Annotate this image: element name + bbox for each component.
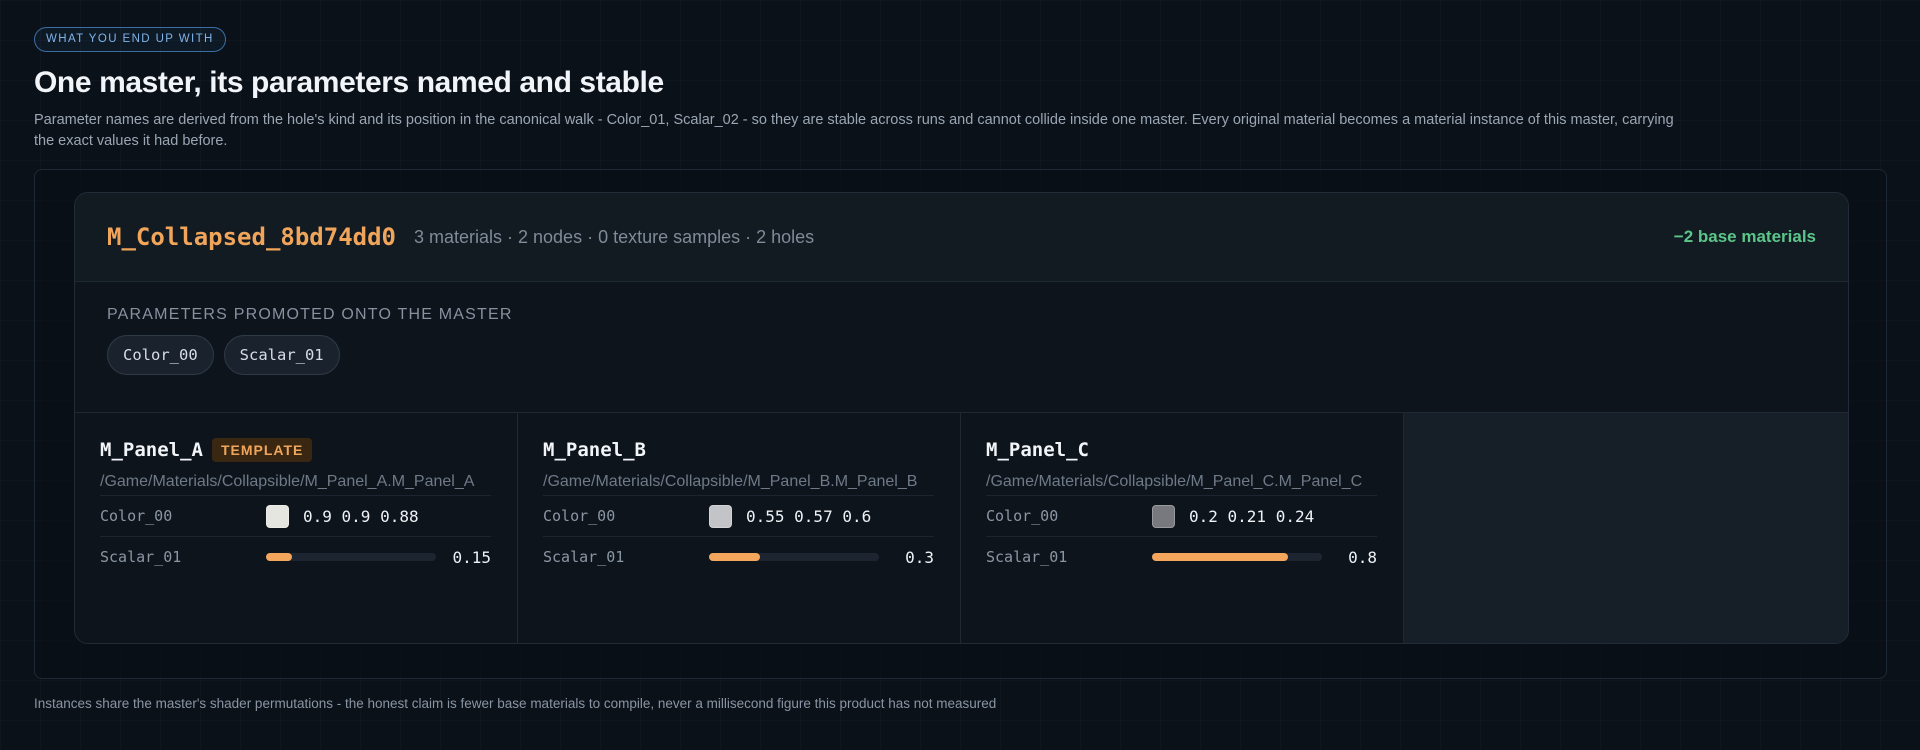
color-param-row: Color_00 0.55 0.57 0.6 xyxy=(543,495,934,536)
param-name: Color_00 xyxy=(100,507,173,525)
color-swatch xyxy=(709,504,732,528)
page-title: One master, its parameters named and sta… xyxy=(34,66,664,99)
color-value: 0.2 0.21 0.24 xyxy=(1189,506,1315,526)
scalar-value: 0.8 xyxy=(1348,547,1377,567)
promoted-parameters-label: PARAMETERS PROMOTED ONTO THE MASTER xyxy=(107,306,513,323)
color-value: 0.9 0.9 0.88 xyxy=(303,506,419,526)
footnote: Instances share the master's shader perm… xyxy=(34,696,997,711)
scalar-bar xyxy=(709,553,879,561)
instance-path: /Game/Materials/Collapsible/M_Panel_C.M_… xyxy=(986,473,1363,490)
scalar-bar-fill xyxy=(266,553,292,561)
param-name: Color_00 xyxy=(543,507,616,525)
material-instance-card: M_Panel_A TEMPLATE /Game/Materials/Colla… xyxy=(75,413,518,643)
scalar-value: 0.3 xyxy=(905,547,934,567)
color-param-row: Color_00 0.2 0.21 0.24 xyxy=(986,495,1377,536)
parameter-chip-list: Color_00 Scalar_01 xyxy=(107,335,1816,375)
scalar-param-row: Scalar_01 0.15 xyxy=(100,536,491,577)
color-swatch xyxy=(1152,504,1175,528)
parameter-chip: Color_00 xyxy=(107,335,214,375)
instance-name: M_Panel_C xyxy=(986,439,1089,461)
color-value: 0.55 0.57 0.6 xyxy=(746,506,872,526)
instance-name: M_Panel_A xyxy=(100,439,203,461)
instance-path: /Game/Materials/Collapsible/M_Panel_A.M_… xyxy=(100,473,475,490)
scalar-value: 0.15 xyxy=(452,547,491,567)
master-card: M_Collapsed_8bd74dd0 3 materials · 2 nod… xyxy=(74,192,1849,644)
result-frame: M_Collapsed_8bd74dd0 3 materials · 2 nod… xyxy=(34,169,1887,679)
material-instance-list: M_Panel_A TEMPLATE /Game/Materials/Colla… xyxy=(75,413,1848,643)
page: WHAT YOU END UP WITH One master, its par… xyxy=(0,0,1920,152)
base-materials-delta: −2 base materials xyxy=(1673,227,1816,246)
parameter-chip: Scalar_01 xyxy=(223,335,340,375)
section-eyebrow: WHAT YOU END UP WITH xyxy=(34,27,226,52)
master-stats: 3 materials · 2 nodes · 0 texture sample… xyxy=(413,226,815,247)
instance-name: M_Panel_B xyxy=(543,439,646,461)
master-name: M_Collapsed_8bd74dd0 xyxy=(107,223,396,251)
material-instance-card: M_Panel_B /Game/Materials/Collapsible/M_… xyxy=(518,413,961,643)
scalar-bar-fill xyxy=(1152,553,1288,561)
page-description: Parameter names are derived from the hol… xyxy=(34,112,1674,149)
scalar-bar-fill xyxy=(709,553,760,561)
param-name: Scalar_01 xyxy=(543,548,625,566)
promoted-parameters: PARAMETERS PROMOTED ONTO THE MASTER Colo… xyxy=(75,282,1848,413)
scalar-bar xyxy=(1152,553,1322,561)
template-badge: TEMPLATE xyxy=(211,438,313,462)
color-param-row: Color_00 0.9 0.9 0.88 xyxy=(100,495,491,536)
param-name: Color_00 xyxy=(986,507,1059,525)
color-swatch xyxy=(266,504,289,528)
scalar-bar xyxy=(266,553,436,561)
scalar-param-row: Scalar_01 0.3 xyxy=(543,536,934,577)
empty-slot xyxy=(1404,413,1848,643)
material-instance-card: M_Panel_C /Game/Materials/Collapsible/M_… xyxy=(961,413,1404,643)
scalar-param-row: Scalar_01 0.8 xyxy=(986,536,1377,577)
master-header: M_Collapsed_8bd74dd0 3 materials · 2 nod… xyxy=(75,193,1848,282)
param-name: Scalar_01 xyxy=(986,548,1068,566)
param-name: Scalar_01 xyxy=(100,548,182,566)
instance-path: /Game/Materials/Collapsible/M_Panel_B.M_… xyxy=(543,473,918,490)
